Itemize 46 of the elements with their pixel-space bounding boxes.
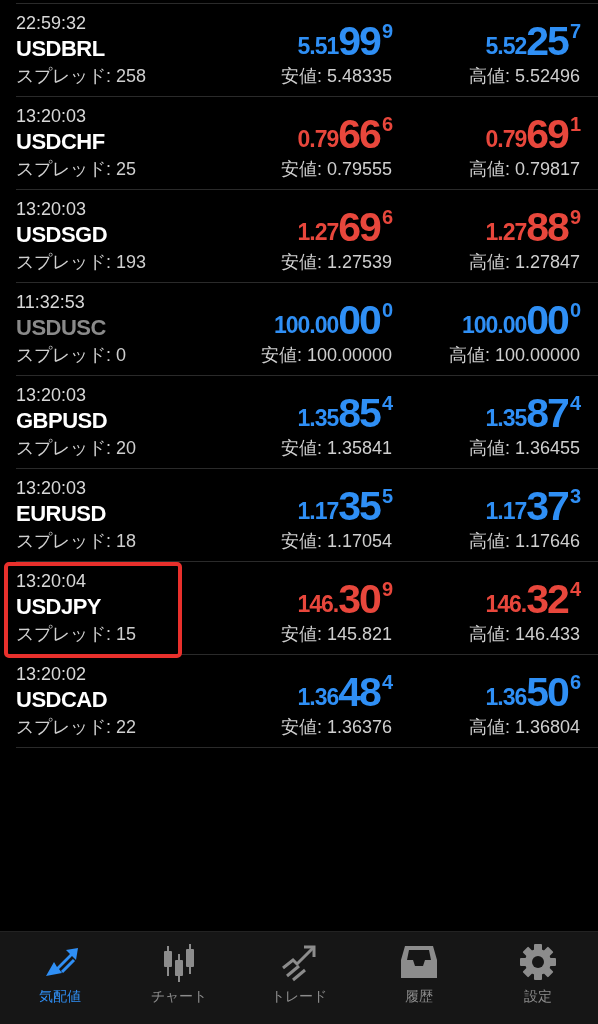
high-price: 高値: 5.52496 bbox=[468, 65, 580, 88]
symbol-name: EURUSD bbox=[16, 500, 107, 527]
symbol-name: USDBRL bbox=[16, 35, 106, 62]
low-price: 安値: 100.00000 bbox=[260, 344, 392, 367]
spread-value: スプレッド: 22 bbox=[16, 715, 138, 739]
tab-item[interactable]: 気配値 bbox=[0, 932, 120, 1024]
high-price: 高値: 1.27847 bbox=[468, 251, 580, 274]
symbol-name: USDJPY bbox=[16, 593, 103, 620]
quote-time: 22:59:32 bbox=[16, 12, 88, 34]
tab-item[interactable]: トレード bbox=[239, 932, 359, 1024]
symbol-name: USDUSC bbox=[16, 314, 107, 341]
quote-time: 13:20:03 bbox=[16, 384, 88, 406]
tab-item[interactable]: 履歴 bbox=[358, 932, 479, 1024]
tab-item[interactable]: チャート bbox=[119, 932, 240, 1024]
quote-time: 13:20:04 bbox=[16, 570, 88, 592]
low-price: 安値: 145.821 bbox=[280, 623, 392, 646]
tab-item[interactable]: 設定 bbox=[478, 932, 598, 1024]
high-price: 高値: 100.00000 bbox=[448, 344, 580, 367]
spread-value: スプレッド: 20 bbox=[16, 436, 138, 460]
low-price: 安値: 1.36376 bbox=[280, 716, 392, 739]
quote-time: 13:20:02 bbox=[16, 663, 88, 685]
symbol-name: USDSGD bbox=[16, 221, 109, 248]
spread-value: スプレッド: 18 bbox=[16, 529, 138, 553]
high-price: 高値: 146.433 bbox=[468, 623, 580, 646]
spread-value: スプレッド: 0 bbox=[16, 343, 127, 367]
spread-value: スプレッド: 15 bbox=[16, 622, 138, 646]
high-price: 高値: 1.36455 bbox=[468, 437, 580, 460]
low-price: 安値: 5.48335 bbox=[280, 65, 392, 88]
high-price: 高値: 1.17646 bbox=[468, 530, 580, 553]
spread-value: スプレッド: 25 bbox=[16, 157, 138, 181]
quote-time: 11:32:53 bbox=[16, 291, 86, 313]
low-price: 安値: 1.35841 bbox=[280, 437, 392, 460]
low-price: 安値: 0.79555 bbox=[280, 158, 392, 181]
quote-time: 13:20:03 bbox=[16, 105, 88, 127]
high-price: 高値: 0.79817 bbox=[468, 158, 580, 181]
high-price: 高値: 1.36804 bbox=[468, 716, 580, 739]
quote-time: 13:20:03 bbox=[16, 198, 88, 220]
symbol-name: GBPUSD bbox=[16, 407, 109, 434]
quote-time: 13:20:03 bbox=[16, 477, 88, 499]
spread-value: スプレッド: 193 bbox=[16, 250, 148, 274]
symbol-name: USDCAD bbox=[16, 686, 109, 713]
settings-icon bbox=[518, 942, 559, 982]
low-price: 安値: 1.27539 bbox=[280, 251, 392, 274]
spread-value: スプレッド: 258 bbox=[16, 64, 148, 88]
low-price: 安値: 1.17054 bbox=[280, 530, 392, 553]
symbol-name: USDCHF bbox=[16, 128, 106, 155]
